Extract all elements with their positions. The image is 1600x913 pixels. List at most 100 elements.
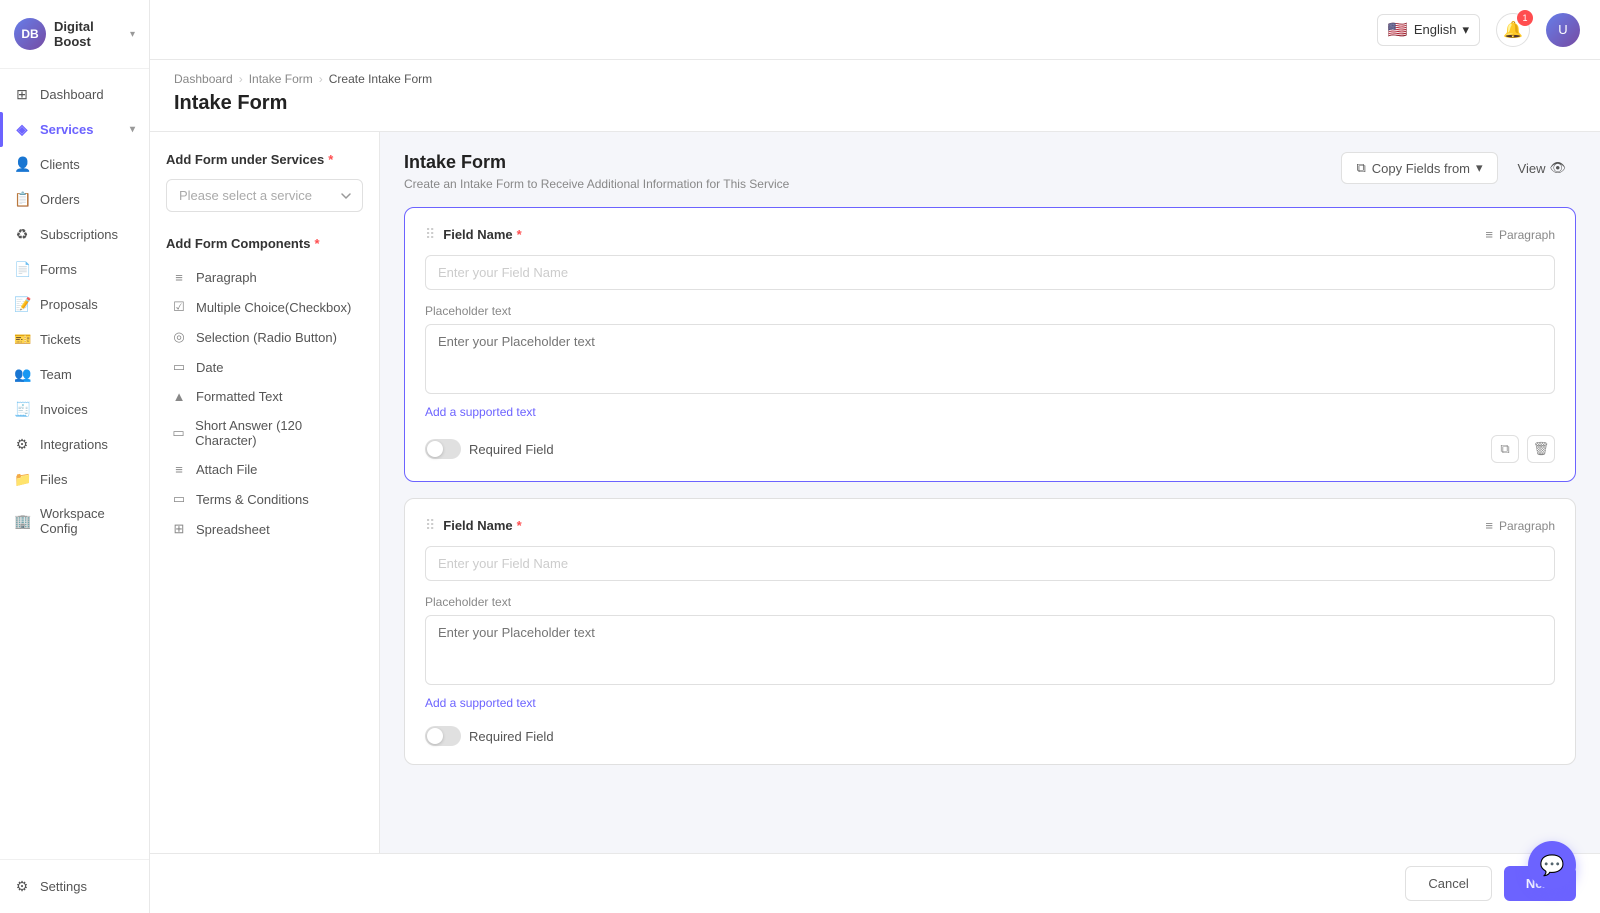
- delete-button[interactable]: 🗑: [1527, 435, 1555, 463]
- settings-icon: ⚙: [14, 878, 30, 895]
- component-label: Formatted Text: [196, 389, 282, 404]
- nav-label: Integrations: [40, 437, 108, 452]
- chat-bubble[interactable]: 💬: [1528, 841, 1576, 889]
- sidebar-item-team[interactable]: 👥 Team: [0, 357, 149, 392]
- form-builder-header: Intake Form Create an Intake Form to Rec…: [404, 152, 1576, 191]
- topbar: 🇺🇸 English ▾ 🔔 1 U: [150, 0, 1600, 60]
- user-avatar[interactable]: U: [1546, 13, 1580, 47]
- component-item-date[interactable]: ▭ Date: [166, 352, 363, 382]
- sidebar-item-proposals[interactable]: 📝 Proposals: [0, 287, 149, 322]
- add-supported-text-link[interactable]: Add a supported text: [425, 405, 536, 419]
- component-icon: ▭: [170, 425, 187, 441]
- chat-icon: 💬: [1540, 853, 1565, 878]
- component-item-formatted-text[interactable]: ▲ Formatted Text: [166, 382, 363, 411]
- lang-chevron-icon: ▾: [1462, 22, 1469, 38]
- nav-label: Files: [40, 472, 67, 487]
- left-panel: Add Form under Services * Please select …: [150, 132, 380, 853]
- nav-label: Services: [40, 122, 94, 137]
- sidebar-item-integrations[interactable]: ⚙ Integrations: [0, 427, 149, 462]
- required-field-label: Required Field: [469, 442, 554, 457]
- sidebar-item-orders[interactable]: 📋 Orders: [0, 182, 149, 217]
- component-icon: ◎: [170, 329, 188, 345]
- nav-label: Workspace Config: [40, 506, 135, 536]
- field-header-left: ⠿ Field Name *: [425, 517, 522, 534]
- field-header: ⠿ Field Name * ≡ Paragraph: [425, 226, 1555, 243]
- cancel-button[interactable]: Cancel: [1405, 866, 1491, 901]
- nav-icon: 📋: [14, 191, 30, 208]
- language-label: English: [1414, 22, 1457, 37]
- sidebar-item-invoices[interactable]: 🧾 Invoices: [0, 392, 149, 427]
- form-builder-actions: ⧉ Copy Fields from ▾ View 👁: [1341, 152, 1576, 184]
- field-type-label: Paragraph: [1499, 228, 1555, 242]
- nav-label: Proposals: [40, 297, 98, 312]
- form-field-card-1: ⠿ Field Name * ≡ Paragraph Placeholder t…: [404, 207, 1576, 482]
- component-icon: ▭: [170, 359, 188, 375]
- breadcrumb-link[interactable]: Intake Form: [249, 72, 313, 86]
- bottom-bar: Cancel Next: [150, 853, 1600, 913]
- drag-handle-icon[interactable]: ⠿: [425, 517, 435, 534]
- sidebar-item-dashboard[interactable]: ⊞ Dashboard: [0, 77, 149, 112]
- sidebar-item-clients[interactable]: 👤 Clients: [0, 147, 149, 182]
- nav-icon: 📄: [14, 261, 30, 278]
- right-panel: Intake Form Create an Intake Form to Rec…: [380, 132, 1600, 853]
- component-label: Attach File: [196, 462, 257, 477]
- field-header: ⠿ Field Name * ≡ Paragraph: [425, 517, 1555, 534]
- brand-name: Digital Boost: [54, 19, 122, 49]
- nav-icon: 🧾: [14, 401, 30, 418]
- language-selector[interactable]: 🇺🇸 English ▾: [1377, 14, 1480, 46]
- breadcrumb-separator: ›: [239, 72, 243, 86]
- component-label: Spreadsheet: [196, 522, 270, 537]
- copy-fields-button[interactable]: ⧉ Copy Fields from ▾: [1341, 152, 1497, 184]
- required-star: *: [328, 152, 333, 167]
- copy-icon: ⧉: [1356, 160, 1365, 176]
- required-field-row: Required Field: [425, 726, 554, 746]
- user-initials: U: [1558, 22, 1567, 37]
- drag-handle-icon[interactable]: ⠿: [425, 226, 435, 243]
- form-field-card-2: ⠿ Field Name * ≡ Paragraph Placeholder t…: [404, 498, 1576, 765]
- component-item-spreadsheet[interactable]: ⊞ Spreadsheet: [166, 514, 363, 544]
- paragraph-icon: ≡: [1485, 518, 1493, 533]
- sidebar-item-subscriptions[interactable]: ♻ Subscriptions: [0, 217, 149, 252]
- duplicate-button[interactable]: ⧉: [1491, 435, 1519, 463]
- sidebar-item-forms[interactable]: 📄 Forms: [0, 252, 149, 287]
- page-title: Intake Form: [174, 92, 1576, 115]
- paragraph-icon: ≡: [1485, 227, 1493, 242]
- notification-button[interactable]: 🔔 1: [1496, 13, 1530, 47]
- form-builder-subtitle: Create an Intake Form to Receive Additio…: [404, 177, 789, 191]
- component-item-selection--radio-button-[interactable]: ◎ Selection (Radio Button): [166, 322, 363, 352]
- sidebar-item-workspace-config[interactable]: 🏢 Workspace Config: [0, 497, 149, 545]
- field-type-label: Paragraph: [1499, 519, 1555, 533]
- breadcrumb-link[interactable]: Dashboard: [174, 72, 233, 86]
- sidebar-item-services[interactable]: ◈ Services ▾: [0, 112, 149, 147]
- sidebar-header[interactable]: DB Digital Boost ▾: [0, 0, 149, 69]
- component-item-paragraph[interactable]: ≡ Paragraph: [166, 263, 363, 292]
- settings-item[interactable]: ⚙ Settings: [14, 872, 135, 901]
- nav-icon: 🏢: [14, 513, 30, 530]
- component-item-terms-&-conditions[interactable]: ▭ Terms & Conditions: [166, 484, 363, 514]
- field-actions: ⧉ 🗑: [1491, 435, 1555, 463]
- field-name-input-2[interactable]: [425, 546, 1555, 581]
- sidebar-footer: ⚙ Settings: [0, 859, 149, 913]
- component-label: Date: [196, 360, 223, 375]
- brand-chevron-icon: ▾: [130, 29, 135, 40]
- sidebar-item-tickets[interactable]: 🎫 Tickets: [0, 322, 149, 357]
- placeholder-textarea-2[interactable]: [425, 615, 1555, 685]
- component-item-multiple-choice-checkbox-[interactable]: ☑ Multiple Choice(Checkbox): [166, 292, 363, 322]
- component-item-attach-file[interactable]: ≡ Attach File: [166, 455, 363, 484]
- component-icon: ☑: [170, 299, 188, 315]
- required-toggle[interactable]: [425, 726, 461, 746]
- placeholder-textarea-1[interactable]: [425, 324, 1555, 394]
- placeholder-label: Placeholder text: [425, 304, 1555, 318]
- add-supported-text-link[interactable]: Add a supported text: [425, 696, 536, 710]
- component-icon: ▭: [170, 491, 188, 507]
- nav-icon: ◈: [14, 121, 30, 138]
- sidebar-item-files[interactable]: 📁 Files: [0, 462, 149, 497]
- nav-chevron-icon: ▾: [130, 124, 135, 135]
- component-item-short-answer--120-character-[interactable]: ▭ Short Answer (120 Character): [166, 411, 363, 455]
- field-name-input-1[interactable]: [425, 255, 1555, 290]
- view-button[interactable]: View 👁: [1508, 153, 1576, 183]
- required-toggle[interactable]: [425, 439, 461, 459]
- nav-icon: ⊞: [14, 86, 30, 103]
- service-select[interactable]: Please select a service: [166, 179, 363, 212]
- avatar: DB: [14, 18, 46, 50]
